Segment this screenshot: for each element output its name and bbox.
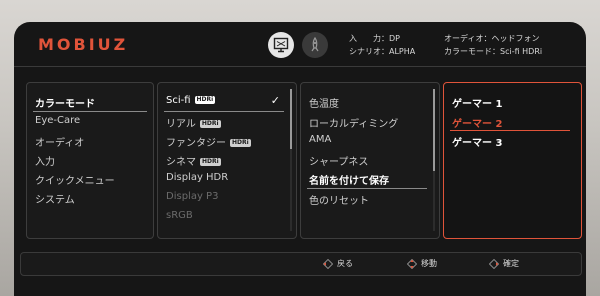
color-mode-info-label: カラーモード： [444,47,500,56]
monitor-grid-icon [273,37,289,53]
menu-item-system[interactable]: システム [35,191,75,206]
header-divider [14,66,586,67]
dpad-left-icon [323,258,333,269]
setting-color-reset[interactable]: 色のリセット [309,192,369,207]
scenario-info-value: ALPHA [389,47,416,56]
hdri-badge: HDRi [194,96,216,104]
color-mode-scifi-label: Sci-fi [166,95,191,106]
setting-color-temperature[interactable]: 色温度 [309,95,339,110]
gamer-profile-2[interactable]: ゲーマー 2 [452,115,502,130]
hdri-badge: HDRi [200,158,221,166]
scenario-info-label: シナリオ： [349,47,389,56]
audio-info-value: ヘッドフォン [491,34,540,43]
osd-screen: MOBIUZ 入 力：DP シナリオ：ALPHA オーディオ：ヘッドフォン カラ… [14,22,586,296]
input-info: 入 力：DP [349,33,400,44]
color-mode-fantasy[interactable]: ファンタジー HDRi [166,134,251,149]
move-label: 移動 [421,259,437,268]
display-mode-icon[interactable] [268,32,294,58]
scenario-info: シナリオ：ALPHA [349,46,415,57]
game-mode-icon[interactable] [302,32,328,58]
color-mode-info: カラーモード：Sci-fi HDRi [444,46,542,57]
confirm-button[interactable]: 確定 [489,258,519,269]
setting-ama[interactable]: AMA [309,134,331,145]
input-info-label: 入 力： [349,34,389,43]
color-mode-cinema[interactable]: シネマ HDRi [166,153,221,168]
gamer-profile-1[interactable]: ゲーマー 1 [452,95,502,110]
color-mode-scifi[interactable]: Sci-fi HDRi [166,95,216,106]
audio-info: オーディオ：ヘッドフォン [444,33,539,44]
rocket-icon [311,37,319,52]
menu-item-quick-menu[interactable]: クイックメニュー [35,172,115,187]
input-info-value: DP [389,34,400,43]
color-mode-cinema-label: シネマ [166,157,196,168]
confirm-label: 確定 [503,259,519,268]
check-icon: ✓ [270,94,280,107]
osd-footer: 戻る 移動 確定 [20,252,582,276]
hdri-badge: HDRi [199,120,221,128]
gamer-profile-3[interactable]: ゲーマー 3 [452,134,502,149]
scrollbar-thumb[interactable] [433,89,435,171]
back-label: 戻る [337,259,353,268]
color-mode-panel: Sci-fi HDRi ✓ リアル HDRi ファンタジー HDRi シネマ HDRi … [157,82,297,239]
dpad-updown-icon [407,258,417,269]
menu-item-color-mode[interactable]: カラーモード [35,95,95,110]
setting-sharpness[interactable]: シャープネス [309,153,368,168]
move-button[interactable]: 移動 [407,258,437,269]
setting-local-dimming[interactable]: ローカルディミング [309,115,398,130]
main-menu-divider [33,111,147,112]
color-mode-fantasy-label: ファンタジー [166,138,226,149]
menu-item-audio[interactable]: オーディオ [35,134,84,149]
dpad-right-icon [489,258,499,269]
mobiuz-logo: MOBIUZ [38,35,129,54]
menu-item-eye-care[interactable]: Eye-Care [35,115,80,126]
color-mode-divider [164,111,284,112]
main-menu-panel: カラーモード Eye-Care オーディオ 入力 クイックメニュー システム [26,82,154,239]
scrollbar-thumb[interactable] [290,89,292,149]
osd-header: MOBIUZ 入 力：DP シナリオ：ALPHA オーディオ：ヘッドフォン カラ… [14,22,586,66]
gamer-profile-panel: ゲーマー 1 ゲーマー 2 ゲーマー 3 [443,82,582,239]
settings-divider [307,188,427,189]
color-mode-real[interactable]: リアル HDRi [166,115,221,130]
color-mode-display-p3: Display P3 [166,191,219,202]
color-mode-info-value: Sci-fi HDRi [500,47,543,56]
gamer-selected-underline [450,130,570,131]
hdri-badge: HDRi [230,139,251,147]
back-button[interactable]: 戻る [323,258,353,269]
audio-info-label: オーディオ： [444,34,492,43]
color-mode-real-label: リアル [166,119,196,130]
menu-item-input[interactable]: 入力 [35,153,55,168]
setting-save-as[interactable]: 名前を付けて保存 [309,172,389,187]
color-settings-panel: 色温度 ローカルディミング AMA シャープネス 名前を付けて保存 色のリセット [300,82,440,239]
color-mode-srgb: sRGB [166,210,193,221]
color-mode-display-hdr[interactable]: Display HDR [166,172,228,183]
